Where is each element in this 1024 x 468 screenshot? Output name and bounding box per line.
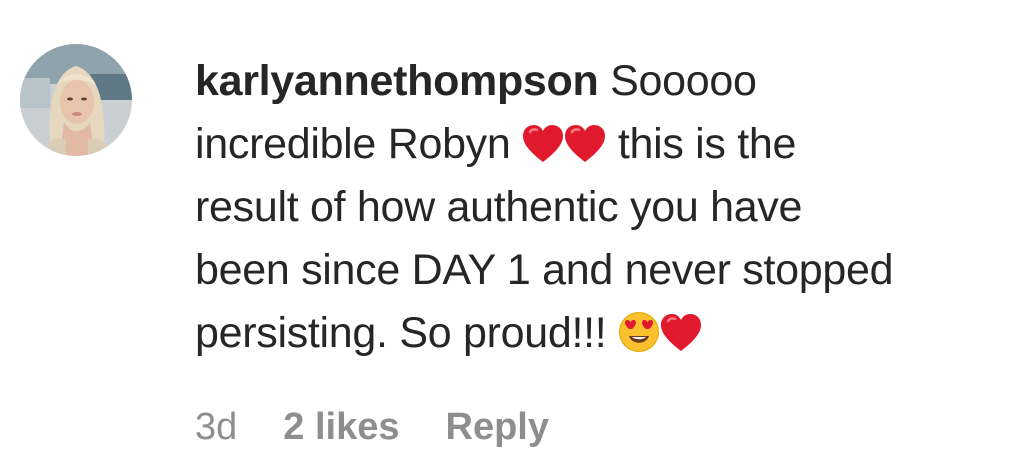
comment-body: karlyannethompson Sooooo incredible Roby…: [195, 50, 1005, 365]
comment-text-5: been since DAY 1 and never stopped: [195, 246, 894, 294]
comment-text-2: incredible Robyn: [195, 120, 511, 168]
comment-line-5: persisting. So proud!!!: [195, 302, 1005, 365]
comment-text-6: persisting. So proud!!!: [195, 309, 607, 357]
comment-line-2: incredible Robyn this is the: [195, 113, 1005, 176]
red-heart-icon: [660, 313, 702, 353]
comment-text-1: Sooooo: [610, 57, 757, 105]
timestamp[interactable]: 3d: [195, 402, 237, 452]
heart-eyes-emoji-icon: [618, 311, 660, 353]
reply-button[interactable]: Reply: [446, 402, 549, 452]
avatar[interactable]: [20, 44, 132, 156]
comment-line-1: karlyannethompson Sooooo: [195, 50, 1005, 113]
red-heart-icon: [522, 124, 564, 164]
comment: karlyannethompson Sooooo incredible Roby…: [0, 0, 1024, 468]
username-link[interactable]: karlyannethompson: [195, 57, 599, 105]
comment-meta: 3d 2 likes Reply: [195, 402, 549, 452]
likes-count-button[interactable]: 2 likes: [283, 402, 399, 452]
comment-text-4: result of how authentic you have: [195, 183, 803, 231]
avatar-image: [20, 44, 132, 156]
red-heart-icon: [564, 124, 606, 164]
comment-line-4: been since DAY 1 and never stopped: [195, 239, 1005, 302]
comment-text-3: this is the: [617, 120, 797, 168]
comment-line-3: result of how authentic you have: [195, 176, 1005, 239]
